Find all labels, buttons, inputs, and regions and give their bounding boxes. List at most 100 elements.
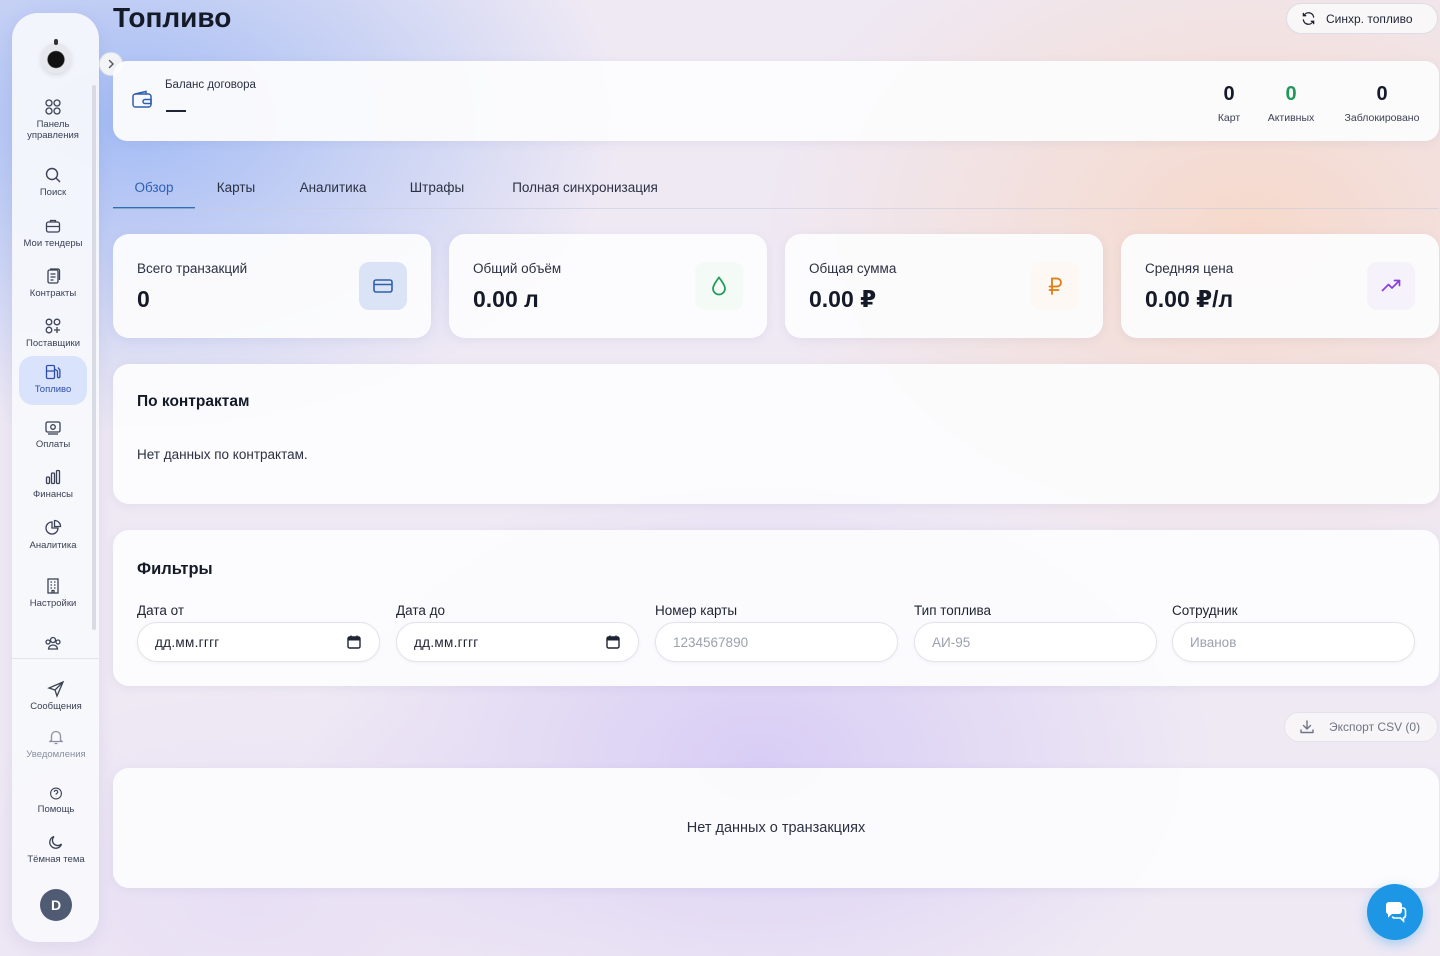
sidebar-item-dashboard[interactable]: Панель управления (19, 91, 87, 141)
suppliers-icon (45, 318, 61, 334)
sidebar-item-payments[interactable]: Оплаты (19, 411, 87, 450)
metric-value: 0.00 ₽/л (1145, 286, 1234, 312)
metric-icon-box (695, 262, 743, 310)
sidebar-item-settings[interactable]: Настройки (19, 570, 87, 609)
tab-cards[interactable]: Карты (205, 166, 267, 208)
sidebar-item-notifications[interactable]: Уведомления (22, 721, 90, 761)
contracts-title: По контрактам (137, 393, 250, 410)
avatar[interactable]: D (40, 889, 72, 921)
fuel-type-label: Тип топлива (914, 603, 992, 618)
average-price-card: Средняя цена 0.00 ₽/л (1121, 234, 1439, 338)
contracts-panel: По контрактам Нет данных по контрактам. (113, 364, 1439, 504)
sidebar-item-help[interactable]: Помощь (22, 779, 90, 815)
date-from-value: дд.мм.гггг (155, 634, 220, 650)
metric-label: Общая сумма (809, 261, 897, 276)
cards-count-value: 0 (1223, 83, 1235, 105)
date-from-input[interactable]: дд.мм.гггг (137, 622, 380, 662)
send-icon (47, 680, 65, 698)
metric-icon-box (1367, 262, 1415, 310)
sidebar-item-suppliers[interactable]: Поставщики (19, 310, 87, 349)
sidebar-item-finance[interactable]: Финансы (19, 461, 87, 500)
total-transactions-card: Всего транзакций 0 (113, 234, 431, 338)
date-from-label: Дата от (137, 603, 185, 618)
fuel-type-input[interactable]: АИ-95 (914, 622, 1157, 662)
sidebar-divider (12, 658, 99, 659)
sidebar-item-messages[interactable]: Сообщения (22, 673, 90, 712)
sidebar-item-label: Контракты (29, 288, 77, 299)
cards-count-label: Карт (1217, 112, 1241, 124)
wallet-icon (132, 90, 152, 108)
droplet-icon (712, 276, 726, 296)
card-number-input[interactable]: 1234567890 (655, 622, 898, 662)
metric-icon-box (1031, 262, 1079, 310)
card-number-placeholder: 1234567890 (673, 634, 749, 650)
sidebar-item-label: Финансы (33, 489, 73, 500)
app-logo[interactable] (41, 39, 71, 73)
export-csv-button[interactable]: Экспорт CSV (0) (1284, 712, 1438, 742)
blocked-count-value: 0 (1376, 83, 1388, 105)
refresh-icon (1302, 12, 1315, 25)
tab-overview[interactable]: Обзор (113, 166, 195, 209)
transactions-empty-text: Нет данных о транзакциях (686, 820, 866, 836)
documents-icon (47, 268, 61, 284)
pie-chart-icon (45, 519, 62, 535)
calendar-icon[interactable] (606, 635, 620, 649)
sidebar-item-label: Настройки (29, 598, 77, 609)
sync-fuel-button[interactable]: Синхр. топливо (1286, 3, 1438, 34)
trending-up-icon (1381, 279, 1401, 292)
sidebar-item-label: Уведомления (26, 749, 86, 760)
sidebar-item-label: Аналитика (29, 540, 77, 551)
bell-icon (48, 730, 64, 745)
sidebar-scrollbar[interactable] (92, 85, 96, 630)
moon-icon (49, 835, 63, 849)
blocked-count-stat: 0 Заблокировано (1338, 83, 1426, 124)
search-icon (45, 167, 61, 183)
contracts-empty-text: Нет данных по контрактам. (137, 447, 308, 462)
date-to-input[interactable]: дд.мм.гггг (396, 622, 639, 662)
ruble-icon (1048, 277, 1062, 295)
sidebar-item-label: Мои тендеры (23, 238, 83, 249)
transactions-panel: Нет данных о транзакциях (113, 768, 1439, 888)
fuel-type-placeholder: АИ-95 (932, 634, 971, 650)
calendar-icon[interactable] (347, 635, 361, 649)
tab-full-sync[interactable]: Полная синхронизация (495, 166, 675, 208)
download-icon (1300, 720, 1314, 734)
sidebar-item-dark-theme[interactable]: Тёмная тема (22, 826, 90, 870)
fuel-tabs: Обзор Карты Аналитика Штрафы Полная синх… (113, 166, 1439, 209)
sidebar-item-contracts[interactable]: Контракты (19, 260, 87, 299)
sidebar-item-fuel[interactable]: Топливо (19, 356, 87, 405)
sidebar-item-search[interactable]: Поиск (19, 159, 87, 198)
sidebar-item-label: Поиск (39, 187, 67, 198)
sidebar-item-label: Тёмная тема (27, 854, 85, 865)
employee-input[interactable]: Иванов (1172, 622, 1415, 662)
sidebar-item-team[interactable] (19, 627, 87, 655)
metric-value: 0 (137, 286, 150, 312)
employee-placeholder: Иванов (1190, 634, 1237, 650)
sidebar-item-analytics[interactable]: Аналитика (19, 512, 87, 551)
metric-value: 0.00 ₽ (809, 286, 877, 312)
sidebar-item-tenders[interactable]: Мои тендеры (19, 210, 87, 249)
balance-value-empty (166, 110, 186, 112)
active-count-label: Активных (1267, 112, 1315, 124)
date-to-value: дд.мм.гггг (414, 634, 479, 650)
chat-icon (1385, 902, 1407, 923)
active-count-stat: 0 Активных (1261, 83, 1321, 124)
contract-balance-card: Баланс договора 0 Карт 0 Активных 0 Забл… (113, 61, 1439, 141)
total-amount-card: Общая сумма 0.00 ₽ (785, 234, 1103, 338)
sidebar-item-label: Топливо (34, 384, 72, 395)
metric-value: 0.00 л (473, 286, 539, 312)
help-icon (50, 787, 62, 800)
sidebar: Панель управления Поиск Мои тендеры Конт… (12, 13, 123, 942)
cards-count-stat: 0 Карт (1211, 83, 1247, 124)
metric-label: Всего транзакций (137, 261, 248, 276)
sync-button-label: Синхр. топливо (1326, 11, 1413, 26)
fuel-icon (45, 364, 61, 380)
tab-analytics[interactable]: Аналитика (287, 166, 379, 208)
tab-fines[interactable]: Штрафы (399, 166, 475, 208)
page-title: Топливо (113, 2, 232, 33)
filters-title: Фильтры (137, 560, 213, 578)
employee-label: Сотрудник (1172, 603, 1238, 618)
date-to-label: Дата до (396, 603, 446, 618)
chat-support-button[interactable] (1367, 884, 1423, 940)
sidebar-item-label: Сообщения (30, 701, 82, 712)
